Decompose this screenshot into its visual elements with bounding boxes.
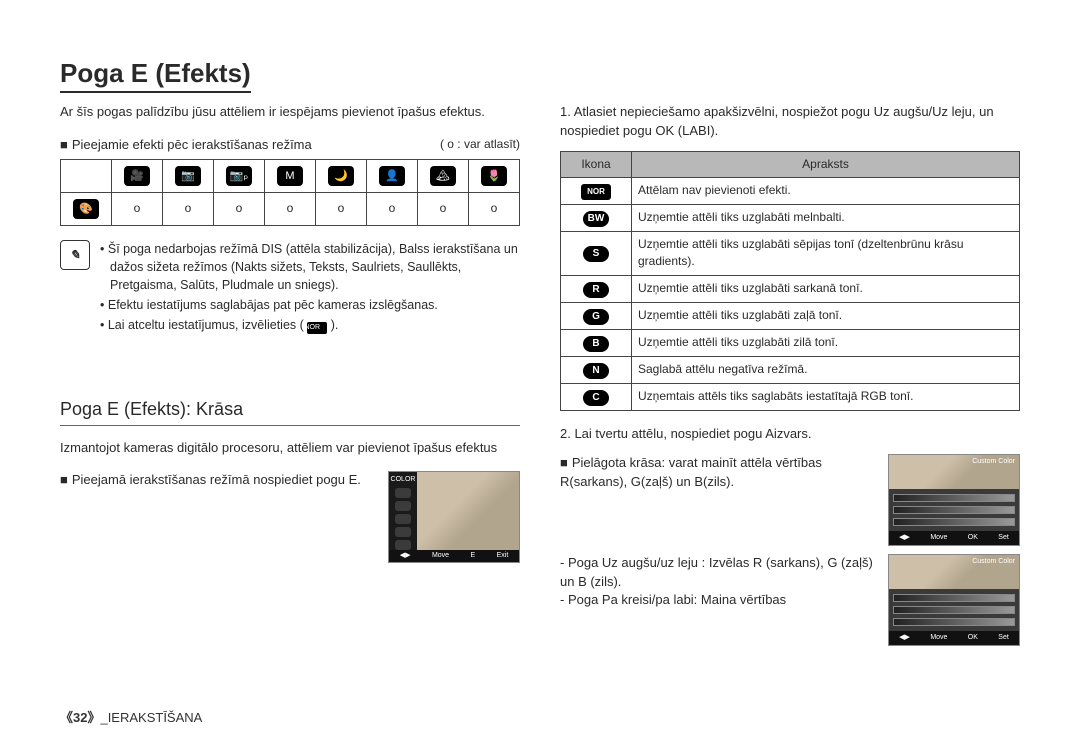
effect-desc: Uzņemtie attēli tiks uzglabāti sarkanā t… [632,275,1020,302]
section-intro: Izmantojot kameras digitālo procesoru, a… [60,439,520,458]
screen-foot-move: Move [930,633,947,643]
th-icon: Ikona [561,151,632,177]
modes-available-label: ■Pieejamie efekti pēc ierakstīšanas režī… [60,136,312,155]
screen-side-title: COLOR [391,475,416,485]
slider-g [893,606,1015,614]
table-row: R Uzņemtie attēli tiks uzglabāti sarkanā … [561,275,1020,302]
left-column: Ar šīs pogas palīdzību jūsu attēliem ir … [60,58,520,654]
note-item: Lai atceltu iestatījumus, izvēlieties ( … [100,316,520,334]
effect-icon-negative: N [583,363,609,379]
footer-section: _IERAKSTĪŠANA [100,710,202,725]
screen-foot-exit: Exit [497,551,509,561]
screen-foot-e: E [471,551,476,561]
screen-foot-ok: OK [968,533,978,543]
slider-b [893,518,1015,526]
page-footer: 《32》_IERAKSTĪŠANA [60,707,202,726]
step1-text: 1. Atlasiet nepieciešamo apakšizvēlni, n… [560,103,1020,141]
screen-title: Custom Color [972,457,1015,467]
effect-desc: Uzņemtais attēls tiks saglabāts iestatīt… [632,383,1020,410]
mode-cell: o [214,192,265,225]
screen-nav-icon: ◀▶ [899,533,910,543]
custom-color-bullets: - Poga Uz augšu/uz leju : Izvēlas R (sar… [560,554,878,646]
intro-text: Ar šīs pogas palīdzību jūsu attēliem ir … [60,103,520,122]
mode-cell: o [367,192,418,225]
effect-icon-custom: C [583,390,609,406]
modes-legend: ( o : var atlasīt) [440,136,520,155]
effect-icon-blue: B [583,336,609,352]
screen-option-icon [395,501,411,511]
mode-cell: o [163,192,214,225]
table-row: N Saglabā attēlu negatīva režīmā. [561,356,1020,383]
screen-option-icon [395,514,411,524]
screen-preview-image [417,472,519,550]
screen-foot-ok: OK [968,633,978,643]
step-press-e: ■Pieejamā ierakstīšanas režīmā nospiedie… [60,471,378,563]
mode-icon-camera-p: 📷ₚ [214,159,265,192]
bullet-leftright: - Poga Pa kreisi/pa labi: Maina vērtības [560,591,878,610]
screen-foot-move: Move [930,533,947,543]
mode-cell: o [265,192,316,225]
page-number: 《32》 [60,710,100,725]
bullet-updown: - Poga Uz augšu/uz leju : Izvēlas R (sar… [560,554,878,592]
screen-nav-icon: ◀▶ [400,551,411,561]
screen-foot-set: Set [998,633,1009,643]
mode-icon-portrait: 👤 [367,159,418,192]
table-row: B Uzņemtie attēli tiks uzglabāti zilā ton… [561,329,1020,356]
note-item: Efektu iestatījums saglabājas pat pēc ka… [100,296,520,314]
effect-icon-bw: BW [583,211,609,227]
effects-table: Ikona Apraksts NOR Attēlam nav pievienoti… [560,151,1020,411]
mode-cell: o [316,192,367,225]
screen-foot-set: Set [998,533,1009,543]
slider-g [893,506,1015,514]
mode-icon-m: M [265,159,316,192]
note-item: Šī poga nedarbojas režīmā DIS (attēla st… [100,240,520,294]
note-icon: ✎ [60,240,90,270]
effect-desc: Attēlam nav pievienoti efekti. [632,178,1020,205]
slider-b [893,618,1015,626]
camera-screen-custom2: Custom Color ◀▶ Move OK Set [888,554,1020,646]
effect-icon-red: R [583,282,609,298]
page-title: Poga E (Efekts) [60,58,251,93]
right-column: 1. Atlasiet nepieciešamo apakšizvēlni, n… [560,58,1020,654]
effect-icon-nor: NOR [581,184,611,200]
mode-icon-night: 🌙 [316,159,367,192]
effect-desc: Uzņemtie attēli tiks uzglabāti sēpijas t… [632,232,1020,276]
screen-option-icon [395,488,411,498]
effect-icon-green: G [583,309,609,325]
effect-icon-sepia: S [583,246,609,262]
slider-r [893,494,1015,502]
mode-cell: o [469,192,520,225]
mode-icon-macro: 🌷 [469,159,520,192]
effect-desc: Uzņemtie attēli tiks uzglabāti zilā tonī… [632,329,1020,356]
mode-row-palette: 🎨 [61,192,112,225]
screen-foot-move: Move [432,551,449,561]
mode-cell: o [418,192,469,225]
note-box: ✎ Šī poga nedarbojas režīmā DIS (attēla … [60,240,520,337]
camera-screen-custom1: Custom Color ◀▶ Move OK Set [888,454,1020,546]
screen-option-icon [395,527,411,537]
table-row: S Uzņemtie attēli tiks uzglabāti sēpijas … [561,232,1020,276]
screen-title: Custom Color [972,557,1015,567]
screen-option-icon [395,540,411,550]
camera-screen-color: COLOR ◀▶ Move E Exit [388,471,520,563]
mode-icon-camera: 📷 [163,159,214,192]
step2-text: 2. Lai tvertu attēlu, nospiediet pogu Ai… [560,425,1020,444]
slider-r [893,594,1015,602]
table-row: G Uzņemtie attēli tiks uzglabāti zaļā ton… [561,302,1020,329]
mode-icon-movie: 🎥 [112,159,163,192]
mode-cell: o [112,192,163,225]
screen-nav-icon: ◀▶ [899,633,910,643]
table-row: NOR Attēlam nav pievienoti efekti. [561,178,1020,205]
section-title-color: Poga E (Efekts): Krāsa [60,396,520,426]
table-row: BW Uzņemtie attēli tiks uzglabāti melnbal… [561,205,1020,232]
effect-desc: Uzņemtie attēli tiks uzglabāti melnbalti… [632,205,1020,232]
modes-table: 🎥 📷 📷ₚ M 🌙 👤 🏔 🌷 🎨 o o o o o o o o [60,159,520,226]
effect-desc: Saglabā attēlu negatīva režīmā. [632,356,1020,383]
table-row: C Uzņemtais attēls tiks saglabāts iestatī… [561,383,1020,410]
th-desc: Apraksts [632,151,1020,177]
mode-col-blank [61,159,112,192]
custom-color-label: ■Pielāgota krāsa: varat mainīt attēla vē… [560,454,878,546]
mode-icon-landscape: 🏔 [418,159,469,192]
effect-desc: Uzņemtie attēli tiks uzglabāti zaļā tonī… [632,302,1020,329]
